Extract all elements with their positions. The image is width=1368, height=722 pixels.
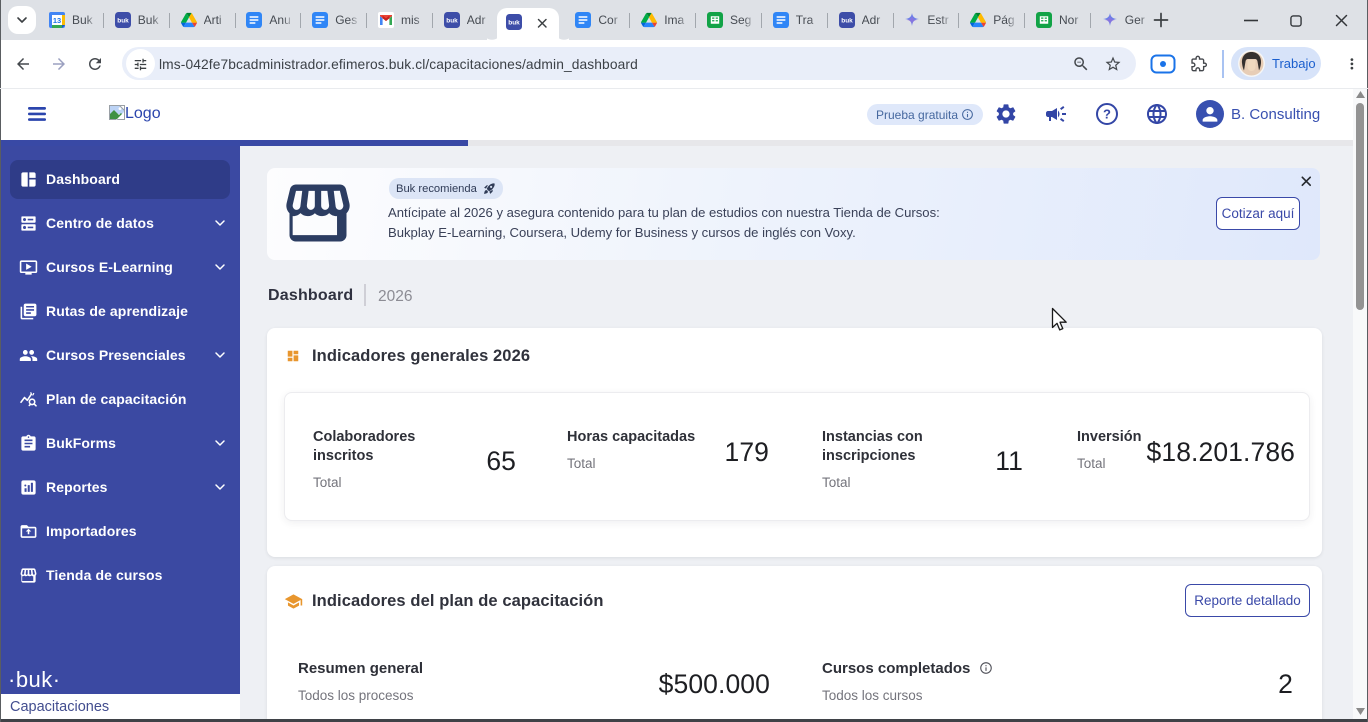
svg-text:?: ? <box>1103 107 1111 122</box>
